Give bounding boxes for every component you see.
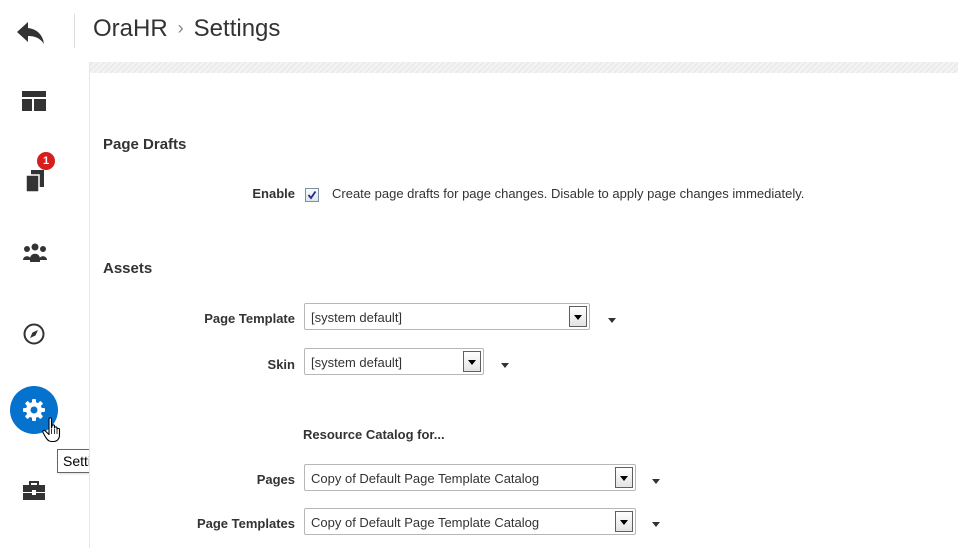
people-icon	[23, 243, 47, 262]
page-templates-label: Page Templates	[196, 516, 295, 531]
pages-catalog-select[interactable]: Copy of Default Page Template Catalog	[304, 464, 636, 491]
skin-select-button[interactable]	[463, 351, 481, 372]
panel-border	[89, 62, 90, 548]
skin-value: [system default]	[311, 355, 403, 370]
skin-label: Skin	[267, 357, 295, 372]
sidebar-item-tools[interactable]	[10, 468, 58, 516]
header-bar: OraHR › Settings	[0, 0, 958, 62]
toolbox-icon	[23, 481, 45, 500]
pages-catalog-menu-arrow[interactable]	[652, 479, 660, 484]
assets-heading: Assets	[103, 260, 153, 277]
chevron-down-icon	[468, 360, 476, 365]
chevron-down-icon	[620, 520, 628, 525]
sidebar-item-explore[interactable]	[10, 310, 58, 358]
page-template-select[interactable]: [system default]	[304, 303, 590, 330]
layout-icon	[22, 91, 46, 111]
page-templates-catalog-value: Copy of Default Page Template Catalog	[311, 515, 540, 530]
chevron-down-icon	[620, 476, 628, 481]
breadcrumb-separator: ›	[177, 18, 184, 38]
documents-icon	[25, 170, 44, 193]
sidebar-item-documents[interactable]: 1	[10, 152, 58, 204]
chevron-down-icon	[574, 315, 582, 320]
hand-pointer-icon	[42, 417, 61, 443]
page-template-label: Page Template	[204, 311, 295, 326]
enable-label: Enable	[252, 186, 295, 201]
sidebar-item-people[interactable]	[10, 231, 58, 279]
page-template-value: [system default]	[311, 310, 403, 325]
page-templates-catalog-select-button[interactable]	[615, 511, 633, 532]
resource-catalog-heading: Resource Catalog for...	[303, 427, 445, 442]
compass-icon	[23, 323, 45, 345]
pages-label: Pages	[256, 472, 295, 487]
pages-catalog-value: Copy of Default Page Template Catalog	[311, 471, 540, 486]
skin-select[interactable]: [system default]	[304, 348, 484, 375]
sidebar-item-layout[interactable]	[10, 78, 58, 126]
breadcrumb: OraHR › Settings	[93, 15, 280, 43]
page-templates-catalog-select[interactable]: Copy of Default Page Template Catalog	[304, 508, 636, 535]
page-template-select-button[interactable]	[569, 306, 587, 327]
enable-description: Create page drafts for page changes. Dis…	[332, 186, 805, 201]
page-title: Settings	[193, 15, 281, 42]
notification-badge: 1	[37, 152, 55, 170]
skin-menu-arrow[interactable]	[501, 363, 509, 368]
pages-catalog-select-button[interactable]	[615, 467, 633, 488]
back-button[interactable]	[15, 20, 45, 46]
page-drafts-heading: Page Drafts	[103, 136, 187, 153]
panel-top-strip	[89, 62, 958, 73]
back-arrow-icon	[17, 22, 44, 44]
header-divider	[74, 14, 75, 48]
page-template-menu-arrow[interactable]	[608, 318, 616, 323]
page-templates-catalog-menu-arrow[interactable]	[652, 522, 660, 527]
breadcrumb-app[interactable]: OraHR	[93, 15, 168, 42]
enable-page-drafts-checkbox[interactable]	[305, 188, 319, 202]
checkmark-icon	[307, 190, 317, 200]
